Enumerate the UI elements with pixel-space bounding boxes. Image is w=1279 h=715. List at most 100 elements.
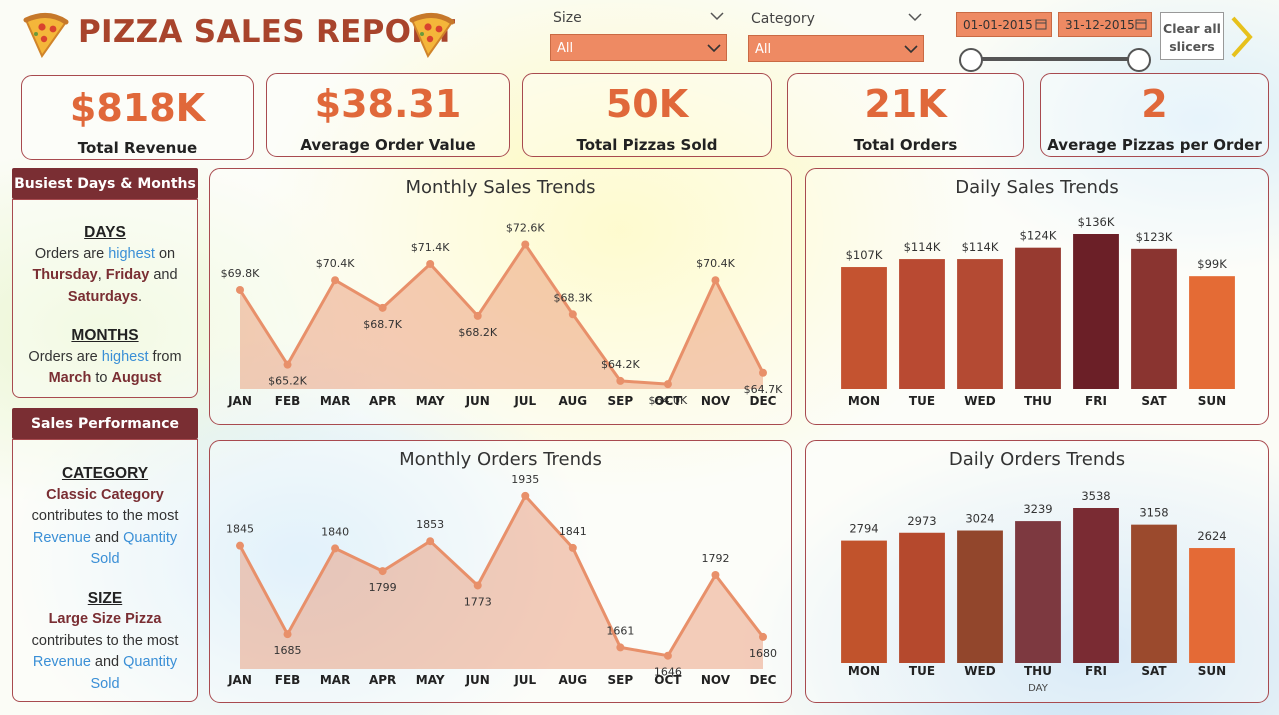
- x-tick-label: JUN: [465, 394, 490, 408]
- bar: [1073, 234, 1119, 389]
- data-label: 1935: [511, 473, 539, 486]
- x-tick-label: NOV: [701, 394, 731, 408]
- category-slicer-label: Category: [751, 11, 815, 27]
- monthly-sales-chart: $69.8K JAN $65.2K FEB $70.4K MAR $68.7K APR $71.…: [221, 221, 783, 408]
- kpi-card-total-revenue: $818K Total Revenue: [21, 75, 254, 160]
- data-point: [236, 541, 244, 550]
- data-point: [473, 311, 482, 320]
- data-label: $68.3K: [553, 291, 592, 304]
- date-range-end-handle[interactable]: [1127, 48, 1151, 72]
- date-start-value: 01-01-2015: [963, 18, 1033, 32]
- performance-panel-header: Sales Performance: [12, 408, 198, 439]
- data-point: [616, 376, 625, 385]
- x-tick-label: MAR: [320, 673, 350, 687]
- bar: [957, 530, 1003, 663]
- clear-slicers-button[interactable]: Clear all slicers: [1160, 12, 1224, 60]
- pizza-slice-icon: [409, 13, 455, 58]
- size-name: Large Size Pizza: [48, 611, 162, 627]
- data-label: $72.6K: [506, 221, 545, 234]
- x-tick-label: OCT: [654, 394, 682, 408]
- data-point: [568, 543, 577, 552]
- data-label: $71.4K: [411, 241, 450, 254]
- data-label: $123K: [1136, 230, 1173, 244]
- size-dropdown[interactable]: All: [550, 34, 727, 61]
- busiest-panel: DAYS Orders are highest on Thursday, Fri…: [12, 199, 198, 398]
- daily-sales-chart: $107K MON $114K TUE $114K WED $124K THU $136K FRI…: [841, 215, 1235, 408]
- x-axis-title: DAY: [1028, 683, 1049, 694]
- kpi-label: Average Order Value: [300, 136, 476, 154]
- data-label: $70.4K: [316, 257, 355, 270]
- category-line-2: contributes to the most: [31, 508, 179, 524]
- data-point: [521, 491, 530, 500]
- data-label: 3024: [965, 512, 994, 526]
- clear-slicers-label-1: Clear all: [1163, 21, 1221, 36]
- data-point: [283, 360, 292, 369]
- data-label: $68.7K: [363, 318, 402, 331]
- chevron-down-icon[interactable]: [710, 11, 724, 21]
- monthly-sales-card: Monthly Sales Trends $69.8K JAN $65.2K FEB $…: [209, 168, 792, 425]
- pizza-slice-icon: [23, 13, 69, 58]
- chevron-down-icon[interactable]: [908, 12, 922, 22]
- data-label: $64.2K: [601, 358, 640, 371]
- x-tick-label: MAY: [416, 394, 445, 408]
- chevron-down-icon: [904, 45, 918, 54]
- bar: [1131, 524, 1177, 663]
- kpi-card-average-pizzas-per-order: 2 Average Pizzas per Order: [1040, 73, 1269, 157]
- page-title: PIZZA SALES REPORT: [78, 14, 456, 50]
- kpi-value: $818K: [69, 86, 206, 130]
- x-tick-label: THU: [1024, 664, 1052, 678]
- months-heading: MONTHS: [71, 327, 139, 344]
- x-tick-label: AUG: [559, 673, 588, 687]
- clear-slicers-label-2: slicers: [1169, 39, 1215, 54]
- data-point: [521, 240, 530, 249]
- x-tick-label: DEC: [750, 673, 777, 687]
- calendar-icon: [1035, 19, 1047, 30]
- category-line-4: Sold: [90, 551, 120, 567]
- data-label: 2624: [1197, 529, 1226, 543]
- x-tick-label: OCT: [654, 673, 682, 687]
- data-point: [711, 570, 720, 579]
- data-label: 3158: [1139, 506, 1168, 520]
- date-end-input[interactable]: 31-12-2015: [1058, 12, 1152, 37]
- days-line-3: Saturdays.: [67, 288, 143, 305]
- x-tick-label: MAR: [320, 394, 350, 408]
- size-line-3: Revenue and Quantity: [32, 654, 178, 670]
- bar: [957, 259, 1003, 389]
- data-point: [759, 632, 767, 641]
- kpi-value: 50K: [605, 82, 689, 126]
- monthly-orders-chart: 1845 JAN 1685 FEB 1840 MAR 1799 APR 1853 MAY 1773 J…: [226, 473, 777, 687]
- data-point: [616, 643, 625, 652]
- data-label: 1792: [701, 552, 729, 565]
- kpi-value: 2: [1141, 82, 1168, 126]
- x-tick-label: APR: [369, 673, 396, 687]
- category-dropdown[interactable]: All: [748, 35, 924, 62]
- category-dropdown-value: All: [755, 42, 772, 57]
- months-line-1: Orders are highest from: [28, 348, 182, 365]
- x-tick-label: MON: [848, 664, 880, 678]
- data-label: 3538: [1081, 489, 1110, 503]
- data-label: 2973: [907, 514, 936, 528]
- date-end-value: 31-12-2015: [1065, 18, 1135, 32]
- data-label: $69.8K: [221, 267, 260, 280]
- chevron-down-icon: [707, 44, 721, 53]
- x-tick-label: FRI: [1085, 394, 1107, 408]
- x-tick-label: SUN: [1198, 664, 1226, 678]
- x-tick-label: THU: [1024, 394, 1052, 408]
- bar: [1189, 548, 1235, 663]
- data-label: $107K: [846, 248, 883, 262]
- chevron-right-icon[interactable]: [1228, 14, 1256, 60]
- series-area: [240, 495, 763, 669]
- data-point: [236, 285, 244, 294]
- bar: [1189, 276, 1235, 389]
- date-start-input[interactable]: 01-01-2015: [956, 12, 1052, 37]
- category-line-3: Revenue and Quantity: [32, 529, 178, 546]
- size-line-4: Sold: [90, 675, 120, 692]
- category-heading: CATEGORY: [61, 465, 149, 482]
- x-tick-label: SAT: [1141, 664, 1167, 678]
- data-point: [473, 581, 482, 590]
- data-point: [426, 259, 435, 268]
- size-slicer-label: Size: [553, 10, 582, 26]
- date-range-start-handle[interactable]: [959, 48, 983, 72]
- date-range-track[interactable]: [970, 57, 1140, 61]
- data-label: 1680: [749, 647, 777, 660]
